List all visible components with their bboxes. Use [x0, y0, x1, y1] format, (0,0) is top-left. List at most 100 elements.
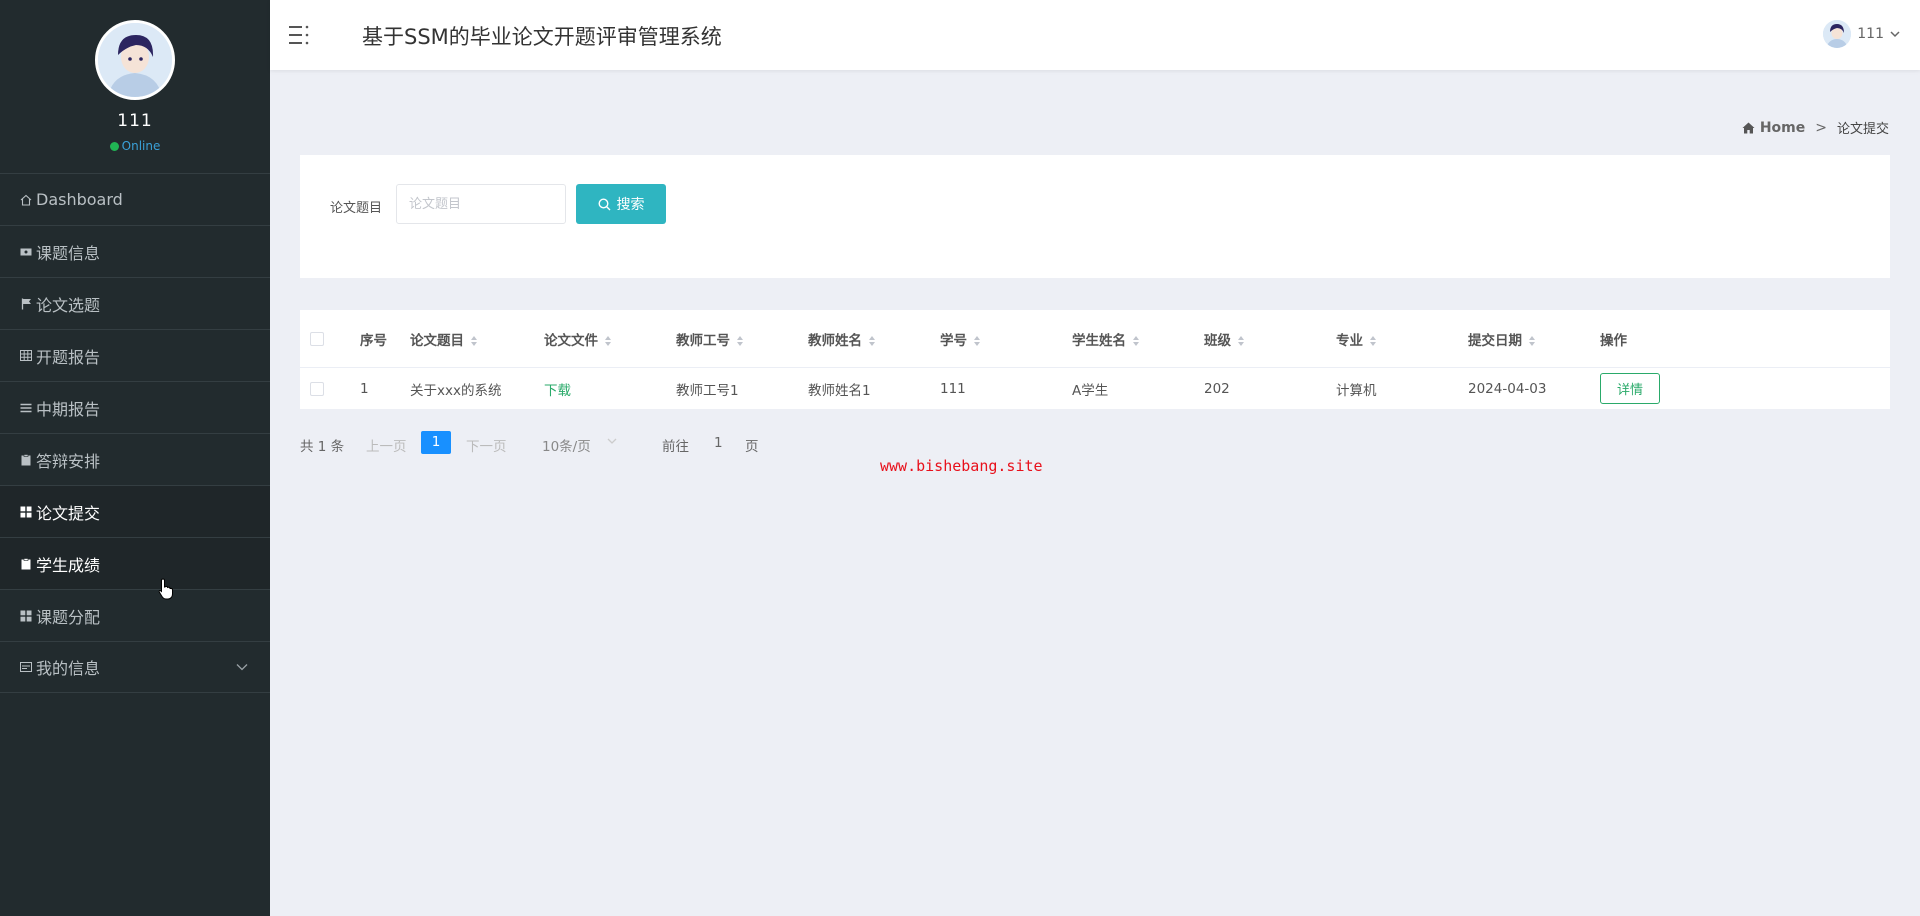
- sidebar-item-topic-info[interactable]: 课题信息: [0, 225, 270, 277]
- home-icon: [1742, 122, 1755, 133]
- download-link[interactable]: 下载: [544, 379, 571, 399]
- cell-date: 2024-04-03: [1468, 380, 1547, 397]
- sidebar-item-dashboard[interactable]: Dashboard: [0, 173, 270, 225]
- profile-avatar[interactable]: [95, 20, 175, 100]
- col-header-label: 论文题目: [410, 332, 464, 349]
- col-header-label: 教师姓名: [808, 332, 862, 349]
- cell-teacher-name: 教师姓名1: [808, 382, 871, 399]
- pagination-total: 共 1 条: [300, 439, 345, 455]
- select-all-checkbox[interactable]: [310, 331, 324, 346]
- list-lines-icon: [18, 403, 34, 413]
- sidebar-profile: 111 Online: [0, 0, 270, 173]
- search-button[interactable]: 搜索: [576, 184, 666, 224]
- sidebar-item-my-info[interactable]: 我的信息: [0, 641, 270, 693]
- col-header-label: 操作: [1600, 332, 1627, 349]
- user-menu[interactable]: 111: [1823, 20, 1900, 48]
- col-header-label: 提交日期: [1468, 332, 1522, 349]
- sidebar-item-proposal-report[interactable]: 开题报告: [0, 329, 270, 381]
- sort-icon[interactable]: [1528, 335, 1536, 347]
- sidebar-item-label: 论文提交: [36, 503, 101, 523]
- col-header-date[interactable]: 提交日期: [1468, 329, 1536, 349]
- table-header: 序号 论文题目 论文文件 教师工号 教师姓名 学号 学生姓名 班级 专业 提交日…: [300, 310, 1890, 368]
- search-input[interactable]: [396, 184, 566, 224]
- breadcrumb-home[interactable]: Home: [1742, 120, 1805, 136]
- sidebar-item-midterm-report[interactable]: 中期报告: [0, 381, 270, 433]
- sidebar-item-thesis-selection[interactable]: 论文选题: [0, 277, 270, 329]
- sort-icon[interactable]: [1369, 335, 1377, 347]
- menu-toggle-icon[interactable]: [288, 24, 312, 46]
- col-header-file[interactable]: 论文文件: [544, 329, 612, 349]
- col-header-title[interactable]: 论文题目: [410, 329, 478, 349]
- mouse-cursor-icon: [158, 578, 173, 600]
- clipboard-icon: [18, 453, 34, 466]
- apps-icon: [18, 506, 34, 518]
- table-row: 1 关于xxx的系统 下载 教师工号1 教师姓名1 111 A学生 202 计算…: [300, 368, 1890, 409]
- search-icon: [597, 197, 610, 210]
- search-label: 论文题目: [330, 201, 383, 216]
- breadcrumb-home-label[interactable]: Home: [1760, 120, 1805, 136]
- flag-icon: [18, 298, 34, 310]
- chevron-down-icon[interactable]: [607, 437, 617, 448]
- home-icon: [18, 194, 34, 206]
- data-table: 序号 论文题目 论文文件 教师工号 教师姓名 学号 学生姓名 班级 专业 提交日…: [300, 310, 1890, 409]
- col-header-teacher-name[interactable]: 教师姓名: [808, 329, 876, 349]
- sort-icon[interactable]: [470, 335, 478, 347]
- col-header-label: 专业: [1336, 332, 1363, 349]
- sidebar-item-label: 中期报告: [36, 399, 101, 419]
- pagination-jump-input[interactable]: 1: [714, 435, 723, 451]
- sort-icon[interactable]: [868, 335, 876, 347]
- header-username[interactable]: 111: [1857, 26, 1884, 42]
- cell-teacher-id: 教师工号1: [676, 382, 739, 399]
- search-button-label: 搜索: [616, 197, 645, 213]
- sidebar-item-label: 课题分配: [36, 607, 101, 627]
- search-panel: 论文题目 搜索: [300, 155, 1890, 278]
- col-header-student-id[interactable]: 学号: [940, 329, 981, 349]
- sidebar-item-label: 我的信息: [36, 659, 101, 678]
- id-card-icon: [18, 662, 34, 672]
- pagination-next-button[interactable]: 下一页: [466, 435, 507, 455]
- sidebar-item-label: 课题信息: [36, 243, 101, 263]
- online-status: Online: [109, 139, 161, 153]
- cell-major: 计算机: [1336, 382, 1377, 399]
- chevron-down-icon[interactable]: [236, 660, 248, 674]
- col-header-label: 学号: [940, 332, 967, 349]
- profile-name: 111: [117, 111, 153, 131]
- sort-icon[interactable]: [1132, 335, 1140, 347]
- sidebar-item-label: 答辩安排: [36, 451, 101, 471]
- breadcrumb-separator: >: [1815, 119, 1827, 136]
- online-dot-icon: [109, 141, 119, 151]
- sidebar-item-topic-assignment[interactable]: 课题分配: [0, 589, 270, 641]
- breadcrumb-current: 论文提交: [1836, 122, 1889, 137]
- watermark-text: www.bishebang.site: [880, 457, 1043, 475]
- avatar[interactable]: [1823, 20, 1852, 48]
- chevron-down-icon[interactable]: [1890, 26, 1900, 42]
- pagination-prev-button[interactable]: 上一页: [366, 435, 407, 455]
- detail-button[interactable]: 详情: [1600, 373, 1660, 404]
- sort-icon[interactable]: [736, 335, 744, 347]
- pagination-page-current[interactable]: 1: [421, 431, 451, 454]
- col-header-label: 学生姓名: [1072, 332, 1126, 349]
- col-header-label: 序号: [360, 332, 387, 349]
- cell-class: 202: [1204, 380, 1230, 397]
- col-header-major[interactable]: 专业: [1336, 329, 1377, 349]
- sort-icon[interactable]: [1237, 335, 1245, 347]
- col-header-teacher-id[interactable]: 教师工号: [676, 329, 744, 349]
- sort-icon[interactable]: [973, 335, 981, 347]
- sidebar-item-thesis-submission[interactable]: 论文提交: [0, 485, 270, 537]
- sidebar-menu: Dashboard 课题信息 论文选题 开题报告 中期报告 答辩安排 论文提交 …: [0, 173, 270, 693]
- sidebar-item-defense-schedule[interactable]: 答辩安排: [0, 433, 270, 485]
- cell-index: 1: [360, 380, 369, 397]
- col-header-label: 班级: [1204, 332, 1231, 349]
- col-header-student-name[interactable]: 学生姓名: [1072, 329, 1140, 349]
- online-status-label: Online: [121, 139, 161, 153]
- page-size-select[interactable]: 10条/页: [542, 435, 591, 455]
- page-title: 基于SSM的毕业论文开题评审管理系统: [362, 25, 722, 49]
- col-header-actions: 操作: [1600, 329, 1627, 349]
- sidebar-item-student-scores[interactable]: 学生成绩: [0, 537, 270, 589]
- row-checkbox[interactable]: [310, 381, 324, 396]
- col-header-class[interactable]: 班级: [1204, 329, 1245, 349]
- sidebar-item-label: 论文选题: [36, 295, 101, 315]
- cell-student-id: 111: [940, 380, 966, 397]
- col-header-label: 论文文件: [544, 332, 598, 349]
- sort-icon[interactable]: [604, 335, 612, 347]
